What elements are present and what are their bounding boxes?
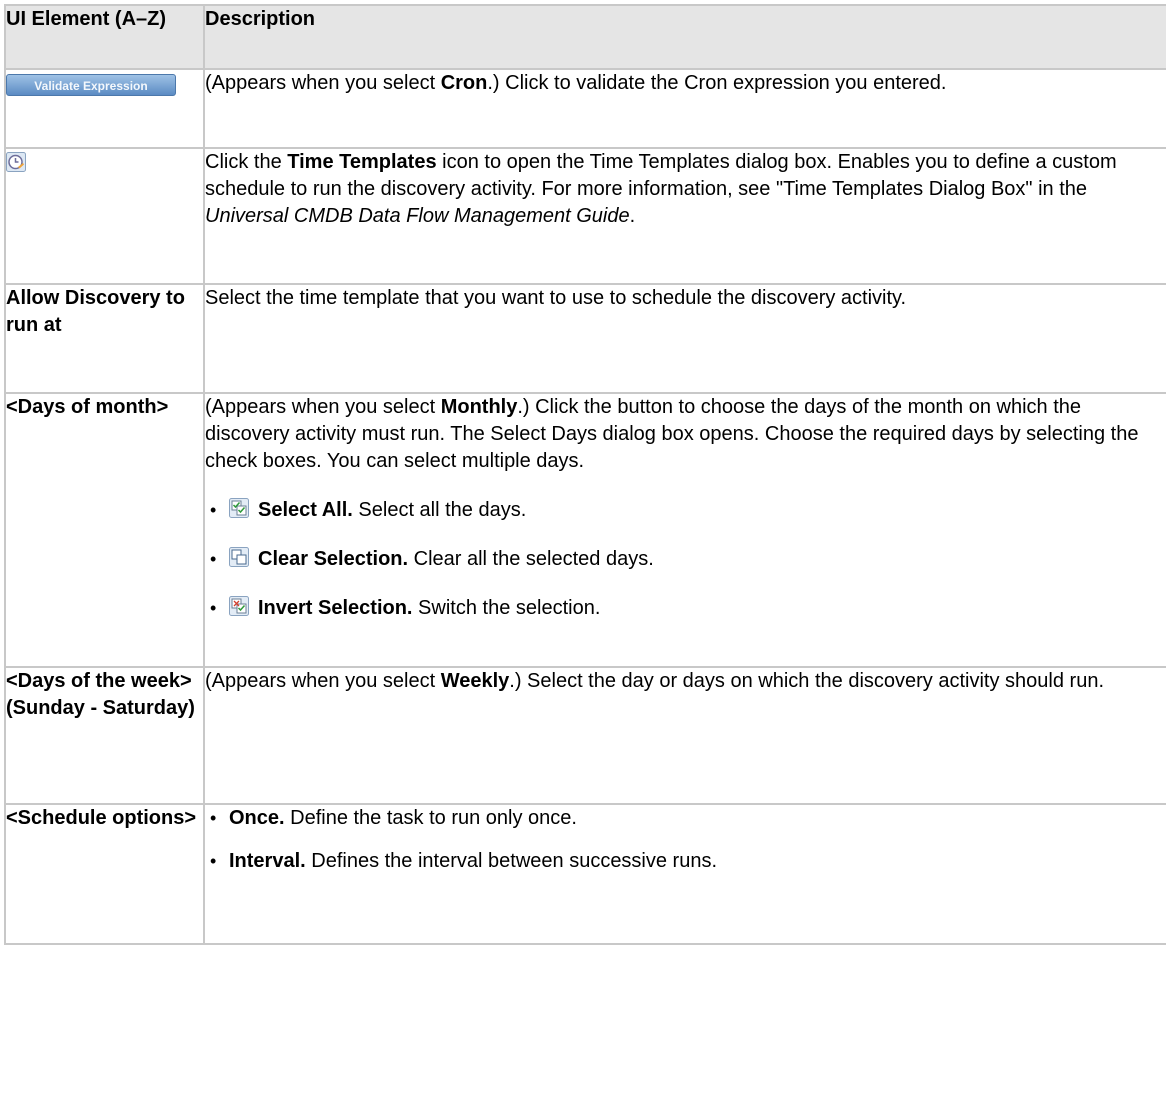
description-cell: Select the time template that you want t… — [203, 283, 1166, 394]
column-header-description: Description — [203, 4, 1166, 70]
description-cell: Click the Time Templates icon to open th… — [203, 147, 1166, 285]
list-item: Select All. Select all the days. — [205, 497, 1166, 524]
table-row: Allow Discovery to run at Select the tim… — [4, 283, 1166, 394]
element-cell: Validate Expression — [4, 68, 205, 149]
table-row: Click the Time Templates icon to open th… — [4, 147, 1166, 285]
invert-selection-icon[interactable] — [229, 596, 249, 616]
table-row: <Days of the week> (Sunday - Saturday) (… — [4, 666, 1166, 805]
ui-element-reference-table: UI Element (A–Z) Description Validate Ex… — [4, 4, 1166, 945]
description-cell: (Appears when you select Cron.) Click to… — [203, 68, 1166, 149]
list-item: Once. Define the task to run only once. — [205, 805, 1166, 832]
clear-selection-icon[interactable] — [229, 547, 249, 567]
description-cell: Once. Define the task to run only once. … — [203, 803, 1166, 945]
description-text: (Appears when you select Cron.) Click to… — [205, 72, 947, 94]
description-text: Click the Time Templates icon to open th… — [205, 151, 1117, 227]
table-row: Validate Expression (Appears when you se… — [4, 68, 1166, 149]
table-row: <Days of month> (Appears when you select… — [4, 392, 1166, 668]
validate-expression-button[interactable]: Validate Expression — [6, 74, 176, 96]
list-item: Interval. Defines the interval between s… — [205, 848, 1166, 875]
time-templates-icon[interactable] — [6, 152, 26, 172]
element-cell: <Days of month> — [4, 392, 205, 668]
description-text: (Appears when you select Weekly.) Select… — [205, 670, 1105, 692]
element-cell — [4, 147, 205, 285]
element-cell: Allow Discovery to run at — [4, 283, 205, 394]
description-cell: (Appears when you select Monthly.) Click… — [203, 392, 1166, 668]
description-text: (Appears when you select Monthly.) Click… — [205, 396, 1139, 472]
selection-options-list: Select All. Select all the days. Clear S… — [205, 497, 1166, 622]
list-item: Invert Selection. Switch the selection. — [205, 595, 1166, 622]
schedule-options-list: Once. Define the task to run only once. … — [205, 805, 1166, 875]
select-all-icon[interactable] — [229, 498, 249, 518]
element-cell: <Schedule options> — [4, 803, 205, 945]
table-row: <Schedule options> Once. Define the task… — [4, 803, 1166, 945]
description-cell: (Appears when you select Weekly.) Select… — [203, 666, 1166, 805]
list-item: Clear Selection. Clear all the selected … — [205, 546, 1166, 573]
column-header-ui-element: UI Element (A–Z) — [4, 4, 205, 70]
table-header-row: UI Element (A–Z) Description — [4, 4, 1166, 70]
element-cell: <Days of the week> (Sunday - Saturday) — [4, 666, 205, 805]
